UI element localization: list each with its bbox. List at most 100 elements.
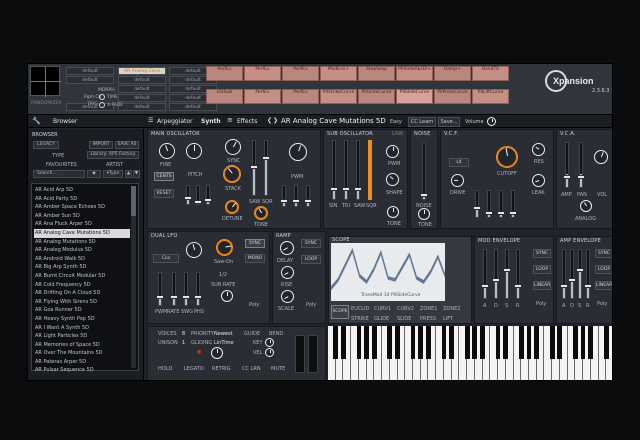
black-key[interactable]	[441, 326, 447, 359]
preset-slot[interactable]: default	[118, 94, 166, 102]
pwm-env-slider[interactable]	[280, 185, 288, 207]
macro-slot[interactable]: PerfEv	[244, 66, 281, 81]
preset-list-item[interactable]: AR Pateras Arper 5D	[34, 358, 130, 367]
sub-tri-slider[interactable]	[342, 140, 350, 200]
black-key[interactable]	[526, 326, 532, 359]
preset-slot-selected[interactable]: AR Analog Cave Mutat	[118, 67, 166, 81]
black-key[interactable]	[472, 326, 478, 359]
library-selector[interactable]: Library: AP5 Factory	[87, 151, 139, 159]
preset-list-item[interactable]: AR Pulsar Sequence 5D	[34, 366, 130, 375]
preset-list-item[interactable]: AR Cold Frequency 5D	[34, 281, 130, 290]
tab-arpeggiator[interactable]: Arpeggiator	[157, 118, 193, 125]
cutoff-knob[interactable]	[496, 146, 518, 168]
cc-lrn-button[interactable]: CC LRN	[242, 366, 261, 372]
tone-knob[interactable]	[254, 206, 268, 220]
trig-radio[interactable]	[99, 102, 105, 108]
black-key[interactable]	[410, 326, 416, 359]
lfo-phs-slider[interactable]	[194, 272, 202, 306]
preset-slot[interactable]: default	[66, 67, 114, 75]
scope-button[interactable]: SCOPE	[331, 305, 349, 319]
prev-preset-icon[interactable]: ❮	[267, 118, 272, 124]
black-key[interactable]	[333, 326, 339, 359]
pitch-bend-wheel[interactable]	[295, 335, 305, 373]
macro-slot[interactable]: Ramp+	[434, 66, 471, 81]
preset-list-item[interactable]: AR Amber Sun 5D	[34, 212, 130, 221]
tab-effects[interactable]: Effects	[237, 118, 257, 125]
vcf-env-slider[interactable]	[473, 190, 481, 218]
tab-browser[interactable]: Browser	[53, 118, 77, 125]
preset-list-item[interactable]: AR Android Walk 5D	[34, 255, 130, 264]
black-key[interactable]	[364, 326, 370, 359]
scope-mod-button[interactable]: STRIKE	[351, 316, 369, 322]
amp_env-d-slider[interactable]	[568, 249, 576, 299]
vcf-vel-slider[interactable]	[509, 190, 517, 218]
legato-button[interactable]: LEGATO	[184, 366, 204, 372]
macro-slot[interactable]: LfoSub	[206, 89, 243, 104]
analog-knob[interactable]	[580, 200, 592, 212]
mod-env-sync-button[interactable]: SYNC	[533, 249, 551, 258]
amp-env-sync-button[interactable]: SYNC	[595, 249, 612, 258]
macro-slot[interactable]: PllLiftCurve	[472, 89, 509, 104]
macro-slot[interactable]: BandTb	[472, 66, 509, 81]
preset-list-item[interactable]: AR Burnt Circuit Modular 5D	[34, 272, 130, 281]
black-key[interactable]	[588, 326, 594, 359]
cents-button[interactable]: CENTS	[154, 172, 174, 181]
preset-list-item[interactable]: AR Acid Party 5D	[34, 195, 130, 204]
mod-wheel[interactable]	[308, 335, 318, 373]
randomizer-xy-pad[interactable]	[30, 66, 61, 97]
preset-list-item[interactable]: AR Flying With Sirens 5D	[34, 298, 130, 307]
preset-list-item[interactable]: AR Analog Modulus 5D	[34, 246, 130, 255]
vel-knob[interactable]	[265, 348, 274, 357]
preset-list-item[interactable]: AR Analog Mutations 5D	[34, 238, 130, 247]
pwm-lfo-slider[interactable]	[292, 185, 300, 207]
amp_env-a-slider[interactable]	[560, 249, 568, 299]
lfo-mono-button[interactable]: MONO	[245, 254, 265, 263]
mod_env-s-slider[interactable]	[503, 249, 511, 299]
preset-list-item[interactable]: AR Light Particles 5D	[34, 332, 130, 341]
vcf-key-slider[interactable]	[497, 190, 505, 218]
cc-learn-button[interactable]: CC Learn	[408, 117, 436, 127]
black-key[interactable]	[464, 326, 470, 359]
preset-slot[interactable]: default	[169, 103, 217, 111]
sub-sin-slider[interactable]	[330, 140, 338, 200]
lfo-swg-slider[interactable]	[182, 272, 190, 306]
lfo-sync-button[interactable]: SYNC	[245, 239, 265, 248]
volume-knob[interactable]	[487, 117, 496, 126]
import-button[interactable]: IMPORT	[89, 141, 113, 149]
macro-slot[interactable]: PllSlideCurve	[396, 89, 433, 104]
black-key[interactable]	[395, 326, 400, 359]
favourites-header[interactable]: FAVOURITES	[46, 162, 77, 168]
scope-mod-button[interactable]: PRESS	[420, 316, 436, 322]
scope-mod-button[interactable]: SLIDE	[397, 316, 411, 322]
macro-slot[interactable]: StepSeqs	[358, 66, 395, 81]
mod-env-linear-button[interactable]: LINEAR	[533, 281, 551, 290]
mod_env-d-slider[interactable]	[492, 249, 500, 299]
scope-mod-button[interactable]: ZONE1	[420, 306, 437, 312]
save-button[interactable]: Save...	[438, 117, 460, 127]
detune-knob[interactable]	[225, 200, 239, 214]
sort-down-button[interactable]: ▼	[133, 170, 140, 178]
amp_env-r-slider[interactable]	[584, 249, 592, 299]
preset-list-item[interactable]: AR Memories of Space 5D	[34, 341, 130, 350]
preset-list-item[interactable]: AR Acid Arp 5D	[34, 186, 130, 195]
scope-mod-button[interactable]: EUCLID	[351, 306, 369, 312]
key-knob[interactable]	[265, 338, 274, 347]
search-input[interactable]: Search...	[33, 170, 85, 178]
save-as-button[interactable]: SAVE AS	[115, 141, 139, 149]
preset-list-item[interactable]: AR Analog Cave Mutations 5D	[34, 228, 130, 238]
stack-knob[interactable]	[223, 165, 241, 183]
sub-shape-knob[interactable]	[386, 173, 399, 186]
scope-mod-button[interactable]: ZONE2	[443, 306, 460, 312]
black-key[interactable]	[341, 326, 346, 359]
black-key[interactable]	[580, 326, 586, 359]
drive-knob[interactable]	[451, 174, 464, 187]
noise-tone-knob[interactable]	[418, 208, 430, 220]
sort-up-button[interactable]: ▲	[125, 170, 132, 178]
preset-list-item[interactable]: AR Heavy Synth Pop 5D	[34, 315, 130, 324]
legacy-button[interactable]: LEGACY	[33, 141, 59, 149]
ramp-loop-button[interactable]: LOOP	[301, 255, 321, 264]
sync-knob[interactable]	[225, 139, 241, 155]
amp_env-s-slider[interactable]	[576, 249, 584, 299]
black-key[interactable]	[418, 326, 424, 359]
black-key[interactable]	[572, 326, 578, 359]
